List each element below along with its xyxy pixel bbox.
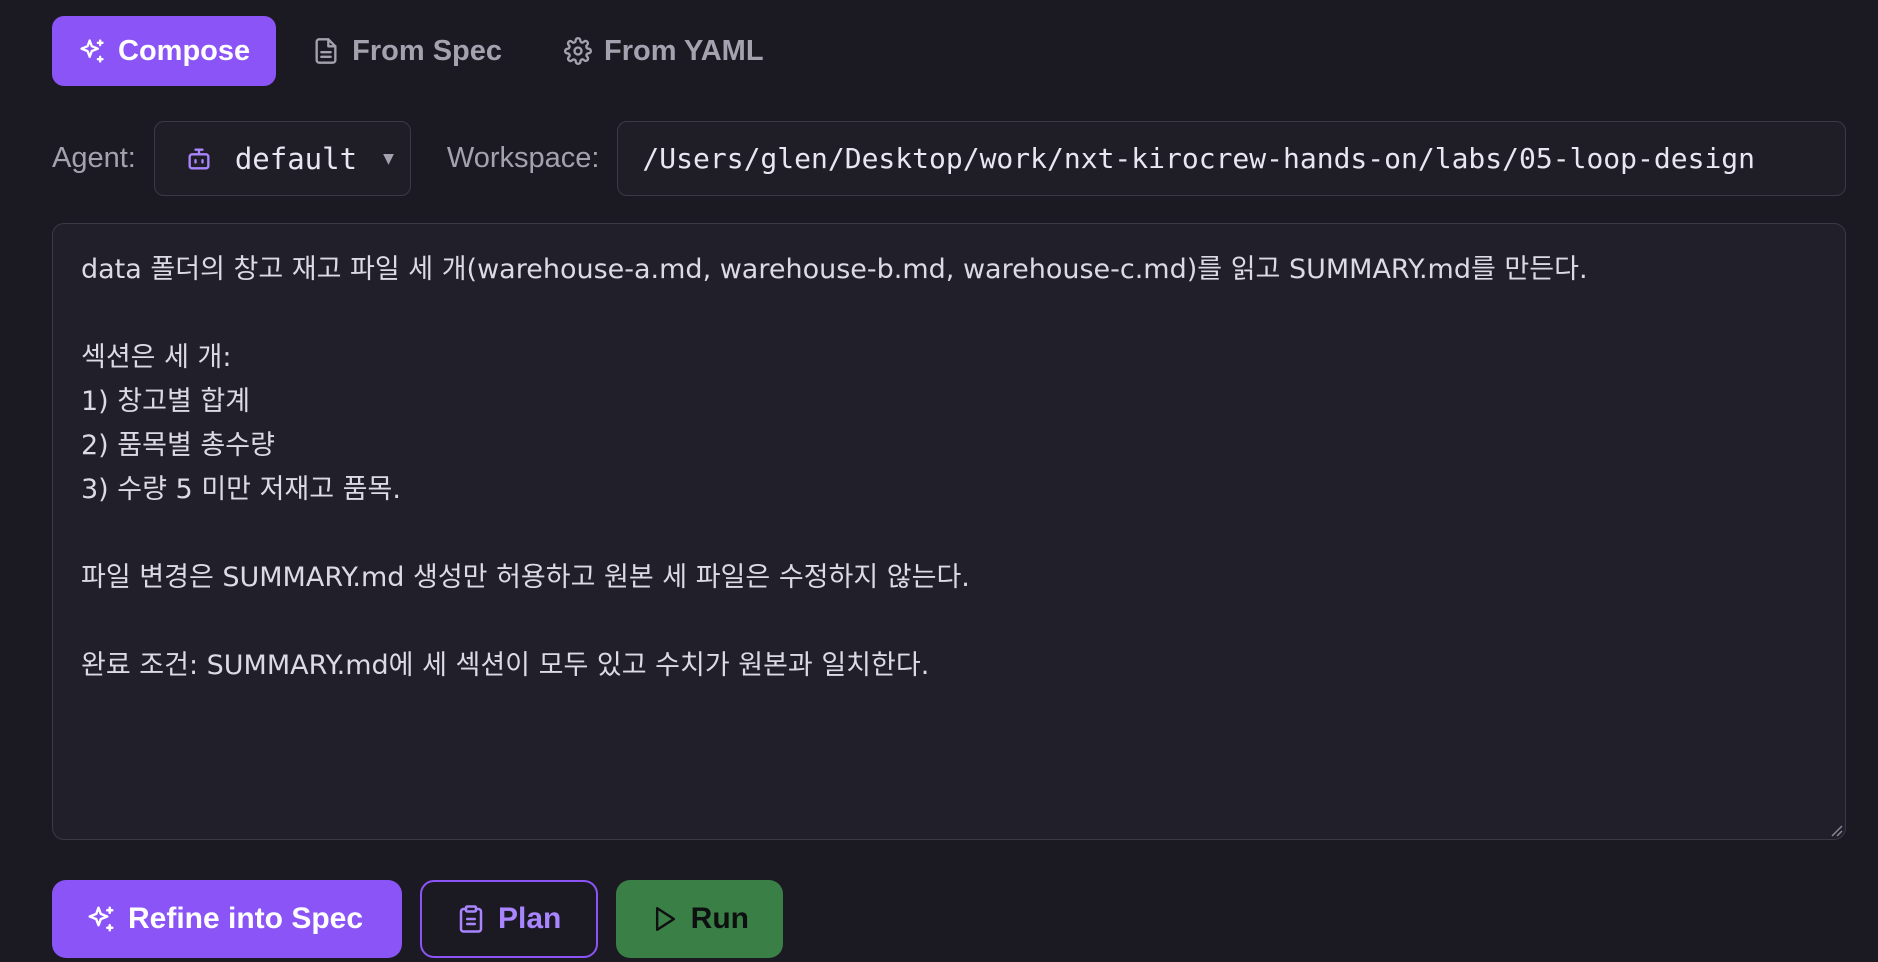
document-icon — [315, 38, 337, 64]
plan-button-label: Plan — [498, 902, 562, 935]
prompt-line — [81, 512, 1817, 556]
prompt-line: 3) 수량 5 미만 저재고 품목. — [81, 474, 401, 505]
plan-button[interactable]: Plan — [420, 880, 598, 958]
prompt-line: data 폴더의 창고 재고 파일 세 개(warehouse-a.md, wa… — [81, 254, 1588, 285]
play-icon — [655, 907, 676, 931]
prompt-line: 파일 변경은 SUMMARY.md 생성만 허용하고 원본 세 파일은 수정하지… — [81, 562, 970, 593]
sparkles-icon — [88, 906, 114, 932]
prompt-line: 섹션은 세 개: — [81, 342, 232, 373]
refine-into-spec-button[interactable]: Refine into Spec — [52, 880, 402, 958]
prompt-line: 완료 조건: SUMMARY.md에 세 섹션이 모두 있고 수치가 원본과 일… — [81, 650, 930, 681]
run-button-label: Run — [690, 902, 749, 935]
prompt-line: 2) 품목별 총수량 — [81, 430, 275, 461]
tab-from-yaml-label: From YAML — [604, 34, 764, 67]
agent-label: Agent: — [52, 142, 136, 174]
refine-button-label: Refine into Spec — [128, 902, 364, 935]
workspace-input[interactable]: /Users/glen/Desktop/work/nxt-kirocrew-ha… — [617, 121, 1846, 196]
caret-down-icon: ▼ — [383, 150, 394, 167]
prompt-line: 1) 창고별 합계 — [81, 386, 251, 417]
tab-from-spec-label: From Spec — [352, 34, 503, 67]
gear-icon — [564, 37, 592, 65]
agent-select[interactable]: default ▼ — [153, 121, 411, 196]
agent-select-value: default — [234, 141, 358, 176]
sparkles-icon — [80, 39, 104, 63]
agent-workspace-row: Agent: default ▼ Workspace: /Users/glen/… — [52, 121, 1846, 196]
mode-tabs: Compose From Spec From YAML — [52, 16, 800, 86]
action-bar: Refine into Spec Plan Run — [52, 880, 783, 958]
tab-compose[interactable]: Compose — [52, 16, 277, 86]
clipboard-icon — [459, 905, 483, 933]
workspace-label: Workspace: — [446, 142, 600, 174]
prompt-line — [81, 292, 1817, 336]
tab-compose-label: Compose — [118, 34, 251, 67]
run-button[interactable]: Run — [616, 880, 783, 958]
tab-from-spec[interactable]: From Spec — [286, 16, 528, 86]
resize-handle-icon[interactable] — [1827, 821, 1843, 837]
robot-icon — [188, 148, 210, 169]
prompt-line — [81, 600, 1817, 644]
workspace-input-value: /Users/glen/Desktop/work/nxt-kirocrew-ha… — [642, 142, 1756, 175]
tab-from-yaml[interactable]: From YAML — [538, 16, 790, 86]
prompt-textarea[interactable]: data 폴더의 창고 재고 파일 세 개(warehouse-a.md, wa… — [52, 223, 1846, 840]
